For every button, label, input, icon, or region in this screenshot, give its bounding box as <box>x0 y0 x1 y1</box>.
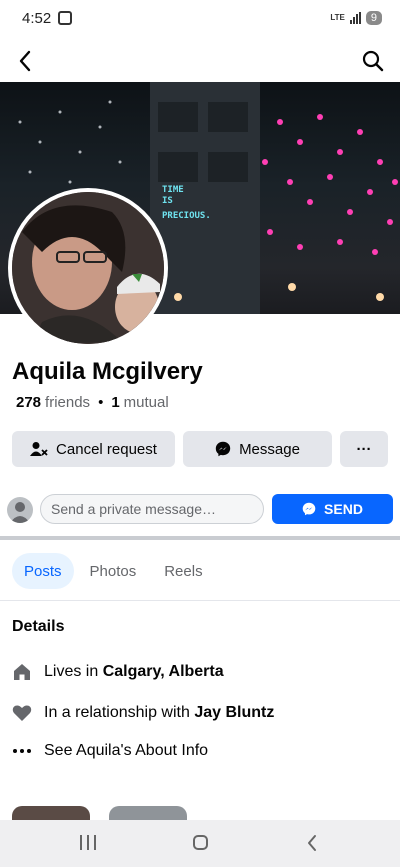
more-options-button[interactable]: ··· <box>340 431 388 467</box>
private-message-input[interactable]: Send a private message… <box>40 494 264 524</box>
friends-count: 278 <box>16 394 42 411</box>
system-navigation-bar <box>0 820 400 867</box>
search-button[interactable] <box>360 48 386 74</box>
private-message-row: Send a private message… SEND <box>0 493 400 527</box>
friends-label: friends <box>45 394 91 411</box>
back-button[interactable] <box>12 48 38 74</box>
search-icon <box>362 50 384 72</box>
recent-apps-button[interactable] <box>80 835 96 850</box>
featured-photo[interactable] <box>12 806 90 820</box>
status-indicators: LTE 9 <box>330 11 382 25</box>
tab-reels[interactable]: Reels <box>152 553 214 589</box>
profile-photo <box>12 192 164 344</box>
more-label: ··· <box>356 440 372 458</box>
heart-icon <box>12 703 32 723</box>
send-button[interactable]: SEND <box>272 494 393 524</box>
messenger-icon <box>215 441 231 457</box>
tabs-divider <box>0 600 400 601</box>
home-icon <box>12 662 32 682</box>
signal-icon <box>349 12 361 24</box>
cover-sign-line1: TIME <box>162 185 184 195</box>
message-label: Message <box>239 440 300 458</box>
system-back-button[interactable] <box>306 833 318 858</box>
mutual-count: 1 <box>111 394 120 411</box>
section-divider <box>0 536 400 540</box>
messenger-icon <box>302 502 316 516</box>
status-bar: 4:52 LTE 9 <box>0 0 400 40</box>
chevron-left-icon <box>19 50 31 72</box>
relationship-prefix: In a relationship with <box>44 704 195 721</box>
lives-prefix: Lives in <box>44 663 103 680</box>
featured-photo[interactable] <box>109 806 187 820</box>
relationship-person[interactable]: Jay Bluntz <box>194 704 274 721</box>
friends-summary[interactable]: 278 friends • 1 mutual <box>16 394 169 411</box>
battery-icon: 9 <box>365 11 382 25</box>
send-label: SEND <box>324 501 363 517</box>
details-heading: Details <box>12 618 65 635</box>
cover-sign-line3: PRECIOUS. <box>162 211 211 221</box>
profile-avatar[interactable] <box>8 188 168 348</box>
lives-place[interactable]: Calgary, Alberta <box>103 663 224 680</box>
detail-lives-in[interactable]: Lives in Calgary, Alberta <box>12 662 224 682</box>
status-time: 4:52 <box>22 10 52 27</box>
more-dots-icon <box>12 741 32 761</box>
message-button[interactable]: Message <box>183 431 332 467</box>
cancel-request-button[interactable]: Cancel request <box>12 431 175 467</box>
tab-photos[interactable]: Photos <box>78 553 149 589</box>
top-navigation <box>0 40 400 82</box>
tab-posts[interactable]: Posts <box>12 553 74 589</box>
cover-sign-line2: IS <box>162 196 173 206</box>
my-avatar <box>7 497 33 523</box>
about-info-label: See Aquila's About Info <box>44 742 209 759</box>
screen-record-icon <box>58 11 72 25</box>
separator-dot: • <box>98 394 104 411</box>
home-button[interactable] <box>193 835 208 850</box>
detail-about-info[interactable]: See Aquila's About Info <box>12 741 208 761</box>
network-type: LTE <box>330 13 345 22</box>
cancel-request-label: Cancel request <box>56 440 157 458</box>
default-avatar-icon <box>10 502 30 523</box>
profile-name: Aquila Mcgilvery <box>12 358 203 385</box>
chevron-left-icon <box>308 835 316 851</box>
cancel-friend-request-icon <box>30 442 48 456</box>
profile-tabs: Posts Photos Reels <box>12 553 215 589</box>
detail-relationship[interactable]: In a relationship with Jay Bluntz <box>12 703 274 723</box>
mutual-label: mutual <box>123 394 169 411</box>
